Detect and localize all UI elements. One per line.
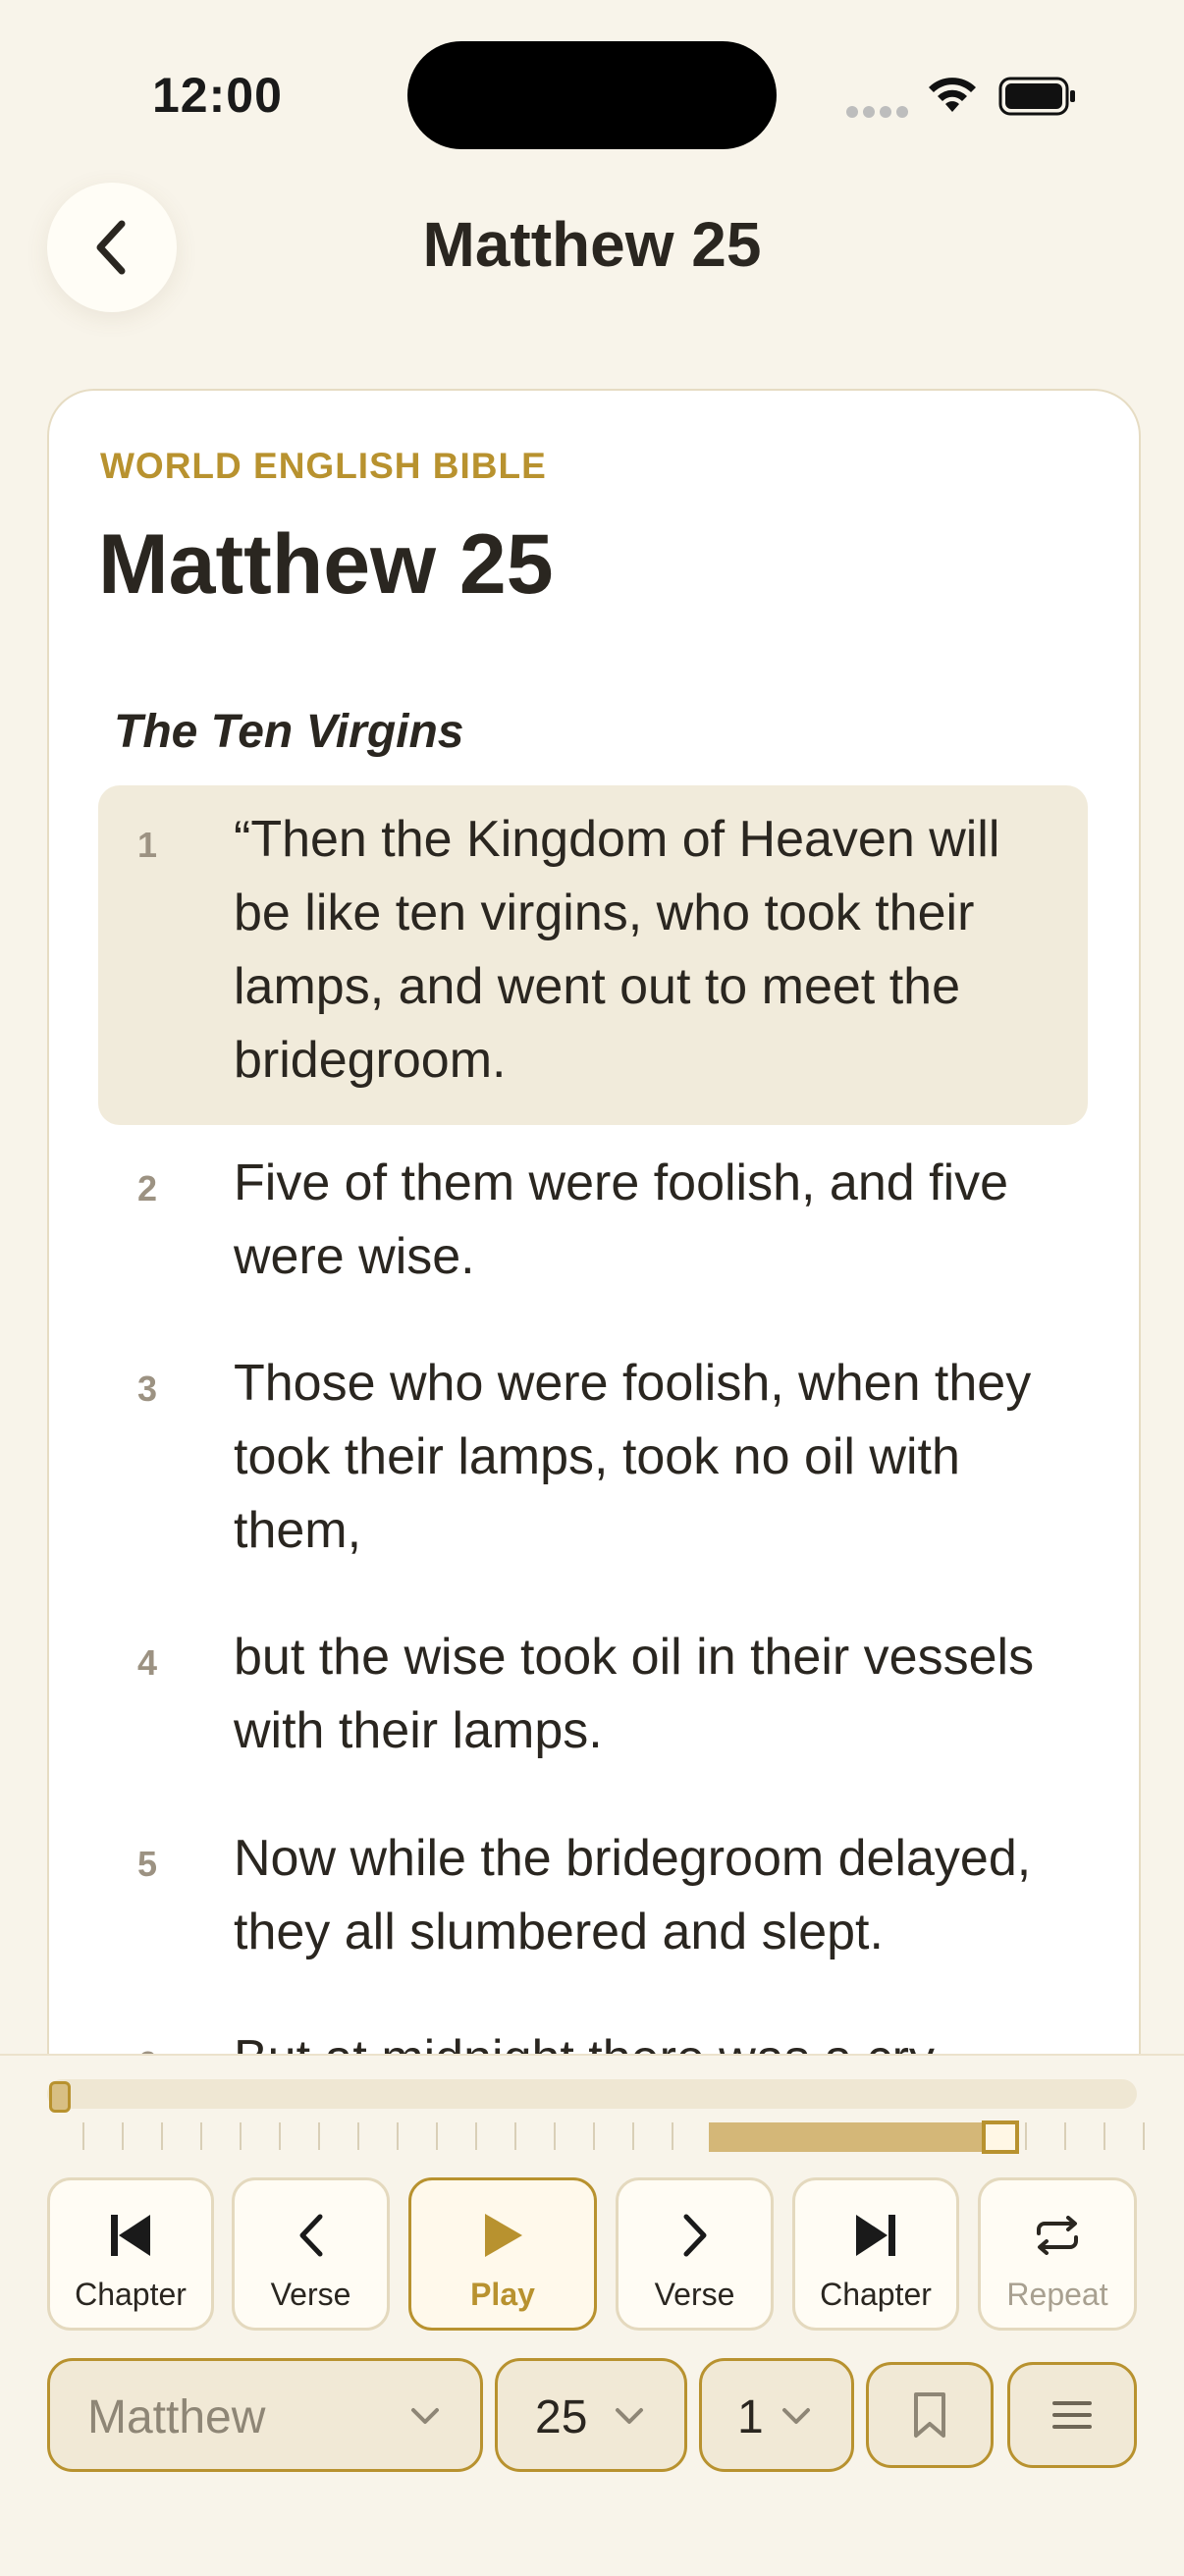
play-label: Play bbox=[470, 2277, 535, 2312]
wifi-icon bbox=[929, 78, 976, 112]
verse-tick bbox=[200, 2122, 202, 2150]
status-time: 12:00 bbox=[152, 68, 283, 123]
battery-icon bbox=[998, 77, 1075, 116]
verse-tick bbox=[514, 2122, 516, 2150]
verse-tick bbox=[554, 2122, 556, 2150]
book-select-value: Matthew bbox=[87, 2391, 266, 2443]
menu-button[interactable] bbox=[1007, 2362, 1137, 2468]
verse-tick bbox=[632, 2122, 634, 2150]
verse-tick bbox=[1064, 2122, 1066, 2150]
dynamic-island bbox=[407, 41, 777, 149]
verse-text: but the wise took oil in their vessels w… bbox=[234, 1629, 1035, 1759]
verse-text: Those who were foolish, when they took t… bbox=[234, 1355, 1032, 1559]
verse-tick bbox=[279, 2122, 281, 2150]
bookmark-icon bbox=[914, 2392, 945, 2438]
verse-tick bbox=[122, 2122, 124, 2150]
chevron-right-icon bbox=[683, 2214, 706, 2257]
played-verses-segment bbox=[709, 2122, 982, 2152]
verse-tick bbox=[593, 2122, 595, 2150]
verse-tick bbox=[436, 2122, 438, 2150]
next-verse-button[interactable]: Verse bbox=[616, 2177, 774, 2331]
verse-item[interactable]: 3 Those who were foolish, when they took… bbox=[98, 1337, 1088, 1573]
repeat-button[interactable]: Repeat bbox=[978, 2177, 1137, 2331]
chapter-select-value: 25 bbox=[535, 2391, 588, 2443]
play-button[interactable]: Play bbox=[408, 2177, 597, 2331]
verse-tick bbox=[475, 2122, 477, 2150]
status-icons bbox=[846, 69, 1082, 124]
verse-select[interactable]: 1 bbox=[699, 2358, 854, 2472]
book-select[interactable]: Matthew bbox=[47, 2358, 483, 2472]
chapter-select[interactable]: 25 bbox=[495, 2358, 687, 2472]
prev-chapter-button[interactable]: Chapter bbox=[47, 2177, 214, 2331]
page-title: Matthew 25 bbox=[422, 209, 762, 280]
verse-item[interactable]: 5 Now while the bridegroom delayed, they… bbox=[98, 1812, 1088, 1979]
skip-back-icon bbox=[111, 2215, 150, 2256]
verse-select-value: 1 bbox=[737, 2391, 764, 2443]
translation-label: WORLD ENGLISH BIBLE bbox=[100, 446, 547, 486]
verse-item[interactable]: 2 Five of them were foolish, and five we… bbox=[98, 1137, 1088, 1304]
verse-tick bbox=[318, 2122, 320, 2150]
verse-number: 4 bbox=[137, 1642, 158, 1683]
chevron-down-icon bbox=[782, 2408, 810, 2424]
prev-verse-label: Verse bbox=[270, 2277, 351, 2312]
prev-verse-button[interactable]: Verse bbox=[232, 2177, 390, 2331]
verse-text: Now while the bridegroom delayed, they a… bbox=[234, 1830, 1032, 1960]
verse-tick bbox=[1025, 2122, 1027, 2150]
prev-chapter-label: Chapter bbox=[75, 2277, 187, 2312]
verse-tick bbox=[1103, 2122, 1105, 2150]
verse-tick bbox=[240, 2122, 242, 2150]
menu-icon bbox=[1052, 2401, 1092, 2429]
verse-tick bbox=[357, 2122, 359, 2150]
chevron-down-icon bbox=[616, 2408, 643, 2424]
verse-item[interactable]: 1 “Then the Kingdom of Heaven will be li… bbox=[98, 785, 1088, 1125]
chapter-title: Matthew 25 bbox=[98, 517, 554, 612]
repeat-icon bbox=[1037, 2216, 1078, 2255]
chevron-down-icon bbox=[411, 2408, 439, 2424]
verse-tick bbox=[1143, 2122, 1145, 2150]
verse-number: 3 bbox=[137, 1368, 158, 1409]
bookmark-button[interactable] bbox=[866, 2362, 994, 2468]
current-verse-marker bbox=[982, 2120, 1019, 2154]
repeat-label: Repeat bbox=[1006, 2277, 1108, 2312]
verse-tick bbox=[672, 2122, 673, 2150]
chapter-progress-bar[interactable] bbox=[47, 2079, 1137, 2109]
next-chapter-button[interactable]: Chapter bbox=[792, 2177, 959, 2331]
verse-text: Five of them were foolish, and five were… bbox=[234, 1154, 1009, 1285]
next-chapter-label: Chapter bbox=[820, 2277, 932, 2312]
verse-text: “Then the Kingdom of Heaven will be like… bbox=[234, 811, 1000, 1089]
next-verse-label: Verse bbox=[654, 2277, 735, 2312]
play-icon bbox=[485, 2214, 522, 2257]
verse-item[interactable]: 4 but the wise took oil in their vessels… bbox=[98, 1611, 1088, 1778]
verse-number: 5 bbox=[137, 1844, 158, 1884]
verse-number: 2 bbox=[137, 1168, 158, 1208]
verse-number: 1 bbox=[137, 825, 158, 865]
chevron-left-icon bbox=[299, 2214, 322, 2257]
verse-tick bbox=[397, 2122, 399, 2150]
progress-thumb[interactable] bbox=[49, 2081, 71, 2113]
section-heading: The Ten Virgins bbox=[114, 706, 464, 758]
chapter-card: WORLD ENGLISH BIBLE Matthew 25 The Ten V… bbox=[47, 389, 1141, 2160]
skip-forward-icon bbox=[856, 2215, 895, 2256]
verse-tick bbox=[161, 2122, 163, 2150]
verse-tick bbox=[82, 2122, 84, 2150]
